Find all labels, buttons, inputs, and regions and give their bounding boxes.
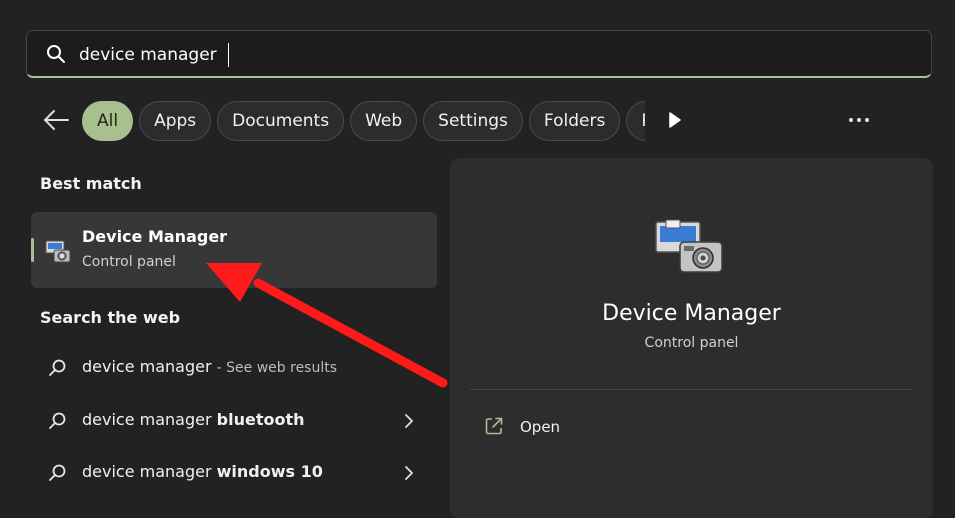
more-icon[interactable] [846, 110, 872, 130]
web-result-item[interactable]: device manager bluetooth [31, 399, 437, 443]
web-result-query: device manager [82, 462, 217, 481]
search-icon [49, 464, 66, 481]
filter-chip-apps[interactable]: Apps [139, 101, 212, 141]
filter-chip-all[interactable]: All [82, 101, 134, 141]
web-result-hint: - See web results [216, 360, 338, 376]
preview-title: Device Manager [602, 301, 781, 326]
search-icon [47, 45, 65, 63]
filter-chip-settings[interactable]: Settings [423, 101, 523, 141]
filter-chip-web[interactable]: Web [350, 101, 418, 141]
preview-panel: Device Manager Control panel Open [450, 158, 933, 518]
device-manager-icon [45, 240, 71, 263]
search-box[interactable] [26, 30, 932, 78]
filter-chip-documents[interactable]: Documents [217, 101, 345, 141]
best-match-title: Device Manager [82, 227, 228, 246]
best-match-item[interactable]: Device Manager Control panel [31, 212, 437, 288]
chevron-right-icon[interactable] [403, 465, 415, 481]
open-action[interactable]: Open [470, 408, 670, 448]
open-label: Open [520, 418, 561, 436]
chevron-right-icon[interactable] [403, 413, 415, 429]
arrow-left-icon[interactable] [40, 106, 72, 134]
search-web-heading: Search the web [40, 308, 181, 327]
search-icon [49, 412, 66, 429]
web-result-query: device manager [82, 357, 212, 376]
selection-indicator [31, 238, 34, 262]
preview-subtitle: Control panel [644, 335, 739, 351]
divider [470, 389, 913, 390]
search-input[interactable] [79, 41, 899, 69]
filter-chip-folders[interactable]: Folders [528, 101, 621, 141]
web-result-item[interactable]: device manager - See web results [31, 346, 437, 390]
web-result-query: device manager [82, 410, 217, 429]
best-match-heading: Best match [40, 174, 142, 193]
web-result-query-bold: bluetooth [216, 410, 305, 429]
best-match-subtitle: Control panel [82, 254, 176, 270]
filter-chips: AllAppsDocumentsWebSettingsFolders Photos [82, 101, 645, 141]
open-external-icon [485, 417, 503, 435]
search-icon [49, 359, 66, 376]
web-result-query-bold: windows 10 [216, 462, 323, 481]
text-caret [228, 43, 229, 67]
device-manager-icon [655, 219, 723, 273]
play-icon[interactable] [668, 111, 682, 129]
web-result-item[interactable]: device manager windows 10 [31, 451, 437, 495]
filter-chip-photos[interactable]: Photos [626, 101, 645, 141]
